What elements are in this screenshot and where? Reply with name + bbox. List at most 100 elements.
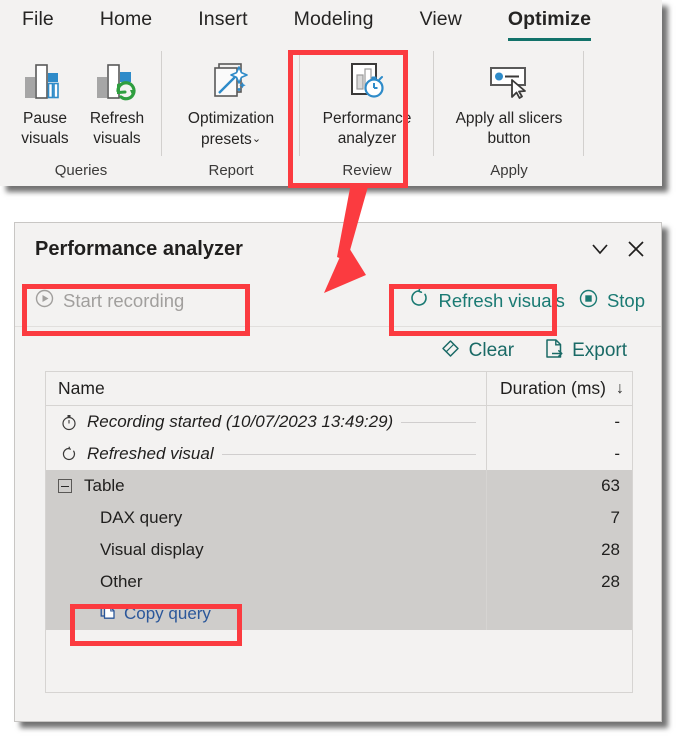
bar-chart-pause-icon xyxy=(22,55,68,107)
row-duration: 63 xyxy=(601,476,620,495)
performance-analyzer-button[interactable]: Performance analyzer xyxy=(313,51,421,149)
stop-label: Stop xyxy=(606,289,645,311)
group-separator xyxy=(583,51,584,156)
magic-wand-presets-icon xyxy=(208,55,254,107)
panel-command-bar: Start recording Refresh visuals Stop xyxy=(15,275,661,327)
optimization-presets-text: Optimization presets xyxy=(187,110,275,148)
ribbon-group-queries: Pause visuals Refresh visuals Queries xyxy=(0,43,162,186)
row-duration-cell: 7 xyxy=(486,502,632,534)
row-label: Other xyxy=(100,572,143,591)
group-label-review: Review xyxy=(342,162,392,179)
tab-file[interactable]: File xyxy=(22,8,54,35)
start-recording-button[interactable]: Start recording xyxy=(35,289,184,313)
row-name-cell: Visual display xyxy=(46,534,486,566)
table-row[interactable]: Other 28 xyxy=(46,566,632,598)
row-label: Table xyxy=(84,476,125,495)
row-duration-cell xyxy=(486,598,632,630)
apply-all-slicers-label: Apply all slicers button xyxy=(455,110,563,147)
panel-toolbar: Clear Export xyxy=(15,327,661,375)
stop-button[interactable]: Stop xyxy=(579,289,645,313)
stop-circle-icon xyxy=(579,289,598,313)
row-duration-cell: 63 xyxy=(486,470,632,502)
sort-descending-icon[interactable]: ↓ xyxy=(616,380,624,398)
table-header-row: Name Duration (ms) ↓ xyxy=(46,372,632,406)
table-row-group[interactable]: Table 63 xyxy=(46,470,632,502)
group-label-queries: Queries xyxy=(54,162,108,179)
apply-all-slicers-button[interactable]: Apply all slicers button xyxy=(447,51,571,149)
bar-chart-refresh-icon xyxy=(94,55,140,107)
row-name-cell: Copy query xyxy=(46,598,486,630)
refresh-visuals-panel-button[interactable]: Refresh visuals xyxy=(409,288,565,313)
ribbon-groups: Pause visuals Refresh visuals Queries Op… xyxy=(0,43,662,186)
export-label: Export xyxy=(572,340,627,361)
refresh-visuals-panel-label: Refresh visuals xyxy=(438,289,565,311)
ribbon-group-review: Performance analyzer Review xyxy=(300,43,434,186)
tab-optimize[interactable]: Optimize xyxy=(507,8,592,41)
panel-header-icons xyxy=(589,238,647,260)
refresh-visuals-ribbon-label: Refresh visuals xyxy=(89,110,145,147)
tab-modeling[interactable]: Modeling xyxy=(294,8,374,35)
clear-button[interactable]: Clear xyxy=(440,338,514,365)
ribbon-group-apply: Apply all slicers button Apply xyxy=(434,43,584,186)
row-duration: - xyxy=(614,412,620,431)
row-name-cell: Table xyxy=(46,470,486,502)
panel-header: Performance analyzer xyxy=(15,223,661,275)
ribbon-tab-strip: File Home Insert Modeling View Optimize xyxy=(0,0,662,43)
row-duration: 28 xyxy=(601,540,620,559)
start-recording-label: Start recording xyxy=(63,289,185,311)
column-header-duration-label: Duration (ms) xyxy=(500,378,606,398)
row-duration-cell: - xyxy=(486,438,632,470)
play-circle-icon xyxy=(35,289,54,313)
copy-icon xyxy=(100,603,116,625)
row-duration-cell: 28 xyxy=(486,534,632,566)
column-header-name[interactable]: Name xyxy=(46,372,486,405)
table-row[interactable]: Refreshed visual - xyxy=(46,438,632,470)
slicer-cursor-icon xyxy=(483,55,535,107)
tab-insert[interactable]: Insert xyxy=(198,8,247,35)
row-label: Refreshed visual xyxy=(87,444,214,463)
close-icon[interactable] xyxy=(625,238,647,260)
row-leader-line xyxy=(221,453,476,455)
row-name-cell: Other xyxy=(46,566,486,598)
tab-home[interactable]: Home xyxy=(100,8,152,35)
optimization-presets-button[interactable]: Optimization presets⌄ xyxy=(177,51,285,150)
collapse-box-icon[interactable] xyxy=(58,479,72,493)
row-name-cell: Recording started (10/07/2023 13:49:29) xyxy=(46,406,486,438)
clear-label: Clear xyxy=(468,340,515,361)
performance-results-table: Name Duration (ms) ↓ Recording started (… xyxy=(45,371,633,693)
row-duration-cell: 28 xyxy=(486,566,632,598)
table-row[interactable]: Visual display 28 xyxy=(46,534,632,566)
eraser-icon xyxy=(440,338,461,365)
row-label: Recording started (10/07/2023 13:49:29) xyxy=(87,412,394,431)
collapse-chevron-icon[interactable] xyxy=(589,238,611,260)
tab-view[interactable]: View xyxy=(420,8,462,35)
chevron-down-icon[interactable]: ⌄ xyxy=(252,133,261,145)
pause-visuals-button[interactable]: Pause visuals xyxy=(9,51,81,149)
column-header-duration[interactable]: Duration (ms) ↓ xyxy=(486,372,632,405)
export-button[interactable]: Export xyxy=(544,338,627,365)
refresh-visuals-ribbon-button[interactable]: Refresh visuals xyxy=(81,51,153,149)
optimization-presets-label: Optimization presets⌄ xyxy=(188,109,274,150)
refresh-icon xyxy=(58,446,80,462)
copy-query-label: Copy query xyxy=(124,604,211,623)
stopwatch-report-icon xyxy=(344,55,390,107)
group-label-report: Report xyxy=(208,162,254,179)
row-duration: - xyxy=(614,444,620,463)
stopwatch-icon xyxy=(58,414,80,431)
performance-analyzer-panel: Performance analyzer Start recording Ref… xyxy=(14,222,662,722)
ribbon: File Home Insert Modeling View Optimize xyxy=(0,0,662,186)
table-row[interactable]: DAX query 7 xyxy=(46,502,632,534)
panel-title: Performance analyzer xyxy=(35,237,243,260)
table-row[interactable]: Recording started (10/07/2023 13:49:29) … xyxy=(46,406,632,438)
ribbon-group-report: Optimization presets⌄ Report xyxy=(162,43,300,186)
row-duration: 28 xyxy=(601,572,620,591)
export-page-icon xyxy=(544,338,564,365)
row-name-cell: DAX query xyxy=(46,502,486,534)
row-label: Visual display xyxy=(100,540,204,559)
table-row-copy-query[interactable]: Copy query xyxy=(46,598,632,630)
copy-query-link[interactable]: Copy query xyxy=(58,603,211,625)
group-label-apply: Apply xyxy=(490,162,528,179)
row-duration-cell: - xyxy=(486,406,632,438)
row-leader-line xyxy=(401,421,476,423)
row-duration: 7 xyxy=(610,508,620,527)
